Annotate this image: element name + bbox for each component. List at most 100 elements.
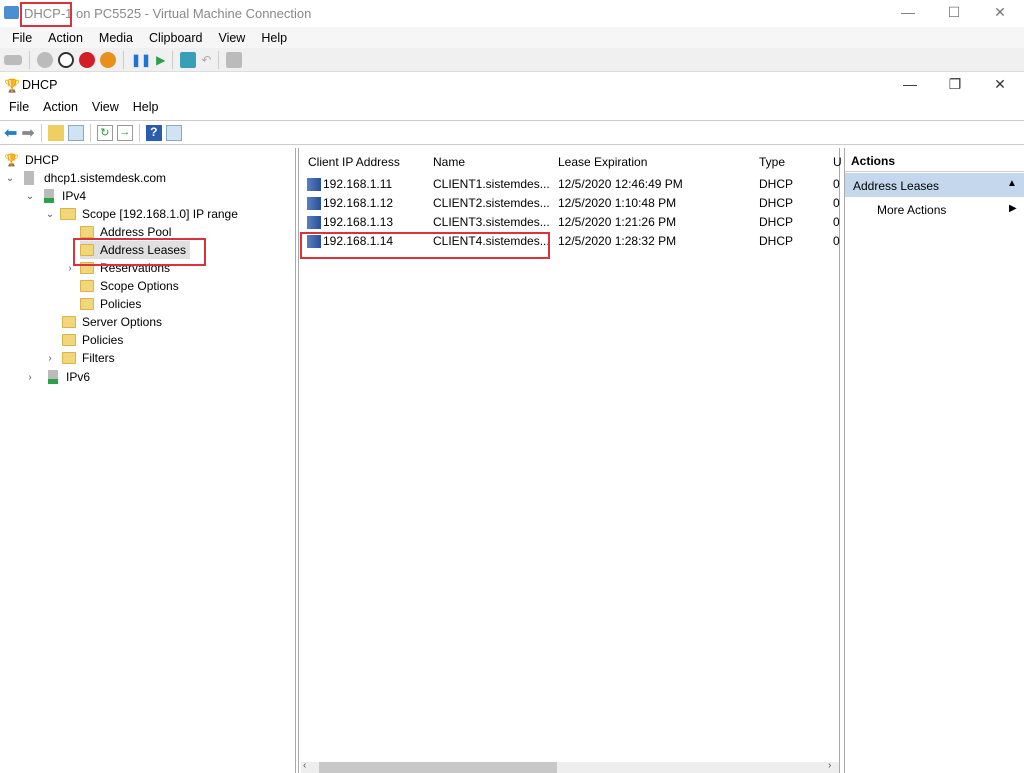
highlight-address-leases	[73, 238, 206, 266]
tree-node-server-options[interactable]: Server Options	[62, 313, 162, 331]
dhcp-trophy-icon: 🏆	[4, 153, 19, 167]
start-icon[interactable]	[37, 51, 53, 68]
show-action-pane-icon[interactable]	[165, 124, 182, 141]
lease-cell-ip[interactable]: 192.168.1.12	[323, 196, 393, 210]
tree-node-scope-options[interactable]: Scope Options	[80, 277, 179, 295]
tree-node-server[interactable]: ⌄ dhcp1.sistemdesk.com	[4, 169, 166, 187]
lease-cell-type[interactable]: DHCP	[759, 196, 793, 210]
lease-cell-lease[interactable]: 12/5/2020 1:10:48 PM	[558, 196, 676, 210]
app-close-button[interactable]: ✕	[980, 76, 1020, 93]
lease-cell-name[interactable]: CLIENT3.sistemdes...	[433, 215, 550, 229]
close-button[interactable]: ✕	[980, 4, 1020, 21]
back-icon[interactable]: ⬅	[4, 123, 17, 143]
scroll-right-icon[interactable]: ›	[828, 760, 831, 771]
ctrl-alt-del-icon[interactable]	[4, 54, 22, 65]
actions-pane: Actions Address Leases ▲ More Actions ▶	[844, 148, 1024, 773]
turn-off-icon[interactable]	[58, 51, 74, 68]
app-restore-button[interactable]: ❐	[935, 76, 975, 93]
tree-label: Scope [192.168.1.0] IP range	[82, 207, 238, 221]
tree-node-dhcp[interactable]: 🏆 DHCP	[4, 151, 59, 169]
lease-cell-lease[interactable]: 12/5/2020 1:28:32 PM	[558, 234, 676, 248]
horizontal-scrollbar[interactable]: ‹ ›	[301, 760, 839, 773]
tree-label: Policies	[82, 333, 124, 347]
vm-menu-clipboard[interactable]: Clipboard	[149, 27, 203, 48]
tree-node-ipv4[interactable]: ⌄ IPv4	[24, 187, 86, 205]
app-menu-file[interactable]: File	[9, 97, 29, 118]
more-actions-label: More Actions	[877, 203, 947, 217]
checkpoint-icon[interactable]	[180, 51, 197, 68]
app-menu-action[interactable]: Action	[43, 97, 78, 118]
vm-menu-file[interactable]: File	[12, 27, 32, 48]
tree-node-scope[interactable]: ⌄ Scope [192.168.1.0] IP range	[44, 205, 238, 223]
tree-label: Filters	[82, 351, 115, 365]
lease-cell-name[interactable]: CLIENT1.sistemdes...	[433, 177, 550, 191]
column-unique-id[interactable]: U	[833, 155, 842, 169]
lease-cell-type[interactable]: DHCP	[759, 234, 793, 248]
actions-header: Actions	[845, 148, 1024, 172]
column-client-ip[interactable]: Client IP Address	[308, 155, 400, 169]
column-name[interactable]: Name	[433, 155, 465, 169]
vm-menu-action[interactable]: Action	[48, 27, 83, 48]
server-icon	[24, 171, 34, 185]
app-menu-view[interactable]: View	[92, 97, 119, 118]
app-minimize-button[interactable]: —	[890, 76, 930, 92]
resume-icon[interactable]: ▶	[156, 53, 165, 67]
vm-title-bar: DHCP-1 on PC5525 - Virtual Machine Conne…	[0, 0, 1024, 27]
app-menu-help[interactable]: Help	[133, 97, 159, 118]
tree-label: IPv4	[62, 189, 87, 203]
tree-node-ipv6[interactable]: › IPv6	[24, 368, 90, 386]
lease-cell-type[interactable]: DHCP	[759, 177, 793, 191]
policies-icon	[80, 298, 94, 310]
lease-cell-ip[interactable]: 192.168.1.13	[323, 215, 393, 229]
up-folder-icon[interactable]	[47, 124, 64, 141]
tree-label: IPv6	[66, 370, 91, 384]
actions-section-address-leases[interactable]: Address Leases ▲	[845, 173, 1024, 197]
lease-cell-type[interactable]: DHCP	[759, 215, 793, 229]
lease-cell-u[interactable]: 0	[833, 234, 840, 248]
app-menu-bar: File Action View Help	[0, 97, 1024, 118]
forward-icon[interactable]: ➡	[21, 123, 34, 143]
tree-node-policies[interactable]: Policies	[62, 331, 123, 349]
tree-node-scope-policies[interactable]: Policies	[80, 295, 141, 313]
tree-node-filters[interactable]: › Filters	[44, 349, 115, 367]
collapse-up-icon[interactable]: ▲	[1007, 178, 1017, 189]
actions-section-label: Address Leases	[853, 179, 940, 193]
vm-menu-media[interactable]: Media	[99, 27, 133, 48]
tree-label: Policies	[100, 297, 142, 311]
scroll-left-icon[interactable]: ‹	[303, 760, 306, 771]
vm-menu-view[interactable]: View	[218, 27, 245, 48]
chevron-down-icon[interactable]: ⌄	[4, 173, 16, 184]
chevron-down-icon[interactable]: ⌄	[44, 209, 56, 220]
lease-cell-lease[interactable]: 12/5/2020 1:21:26 PM	[558, 215, 676, 229]
maximize-button[interactable]: ☐	[934, 4, 974, 21]
chevron-right-icon[interactable]: ›	[44, 353, 56, 364]
refresh-icon[interactable]: ↻	[96, 124, 113, 141]
column-lease-expiration[interactable]: Lease Expiration	[558, 155, 647, 169]
shutdown-icon[interactable]	[79, 51, 95, 68]
help-icon[interactable]: ?	[145, 124, 162, 141]
show-hide-tree-icon[interactable]	[67, 124, 84, 141]
minimize-button[interactable]: —	[888, 4, 928, 20]
tree-label: Address Pool	[100, 225, 172, 239]
export-list-icon[interactable]: →	[116, 124, 133, 141]
lease-cell-u[interactable]: 0	[833, 196, 840, 210]
lease-cell-lease[interactable]: 12/5/2020 12:46:49 PM	[558, 177, 683, 191]
vm-menu-help[interactable]: Help	[261, 27, 287, 48]
enhanced-session-icon[interactable]	[226, 51, 243, 68]
revert-icon[interactable]: ↶	[201, 53, 211, 67]
app-title: DHCP	[22, 78, 58, 92]
more-actions-item[interactable]: More Actions ▶	[845, 200, 1024, 220]
lease-cell-u[interactable]: 0	[833, 177, 840, 191]
scrollbar-thumb[interactable]	[319, 762, 557, 773]
address-pool-icon	[80, 226, 94, 238]
lease-cell-u[interactable]: 0	[833, 215, 840, 229]
ipv4-icon	[44, 189, 54, 203]
chevron-down-icon[interactable]: ⌄	[24, 191, 36, 202]
pause-icon[interactable]: ❚❚	[131, 53, 151, 67]
chevron-right-icon[interactable]: ›	[24, 372, 36, 383]
power-icon[interactable]	[100, 51, 116, 68]
lease-cell-name[interactable]: CLIENT2.sistemdes...	[433, 196, 550, 210]
lease-cell-ip[interactable]: 192.168.1.11	[323, 177, 392, 191]
highlight-vm-name	[20, 2, 72, 27]
column-type[interactable]: Type	[759, 155, 785, 169]
